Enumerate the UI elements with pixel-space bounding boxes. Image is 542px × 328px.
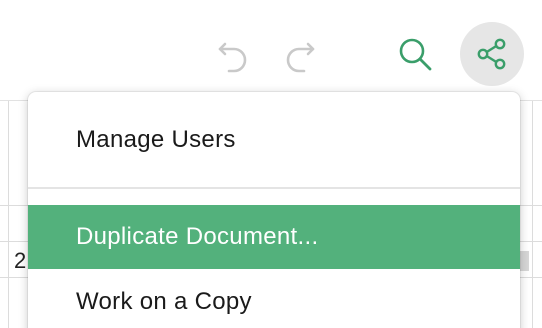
cell-text-fragment: 2 (14, 248, 27, 273)
menu-item-label: Manage Users (76, 126, 236, 153)
search-icon (399, 38, 432, 71)
share-menu: Manage Users Duplicate Document... Work … (28, 92, 520, 328)
app-window: 2 Manage Users Duplicate Document... Wor… (0, 0, 542, 328)
search-button[interactable] (394, 33, 436, 75)
menu-item-label: Duplicate Document... (76, 223, 319, 250)
share-icon (477, 38, 506, 70)
share-button[interactable] (460, 22, 524, 86)
redo-button[interactable] (279, 36, 319, 76)
menu-divider (28, 187, 520, 189)
menu-item-manage-users[interactable]: Manage Users (28, 112, 520, 168)
menu-item-work-on-a-copy[interactable]: Work on a Copy (28, 272, 520, 328)
grid-col-line (532, 101, 533, 328)
top-toolbar (0, 0, 542, 101)
grid-col-line (8, 101, 9, 328)
undo-icon (218, 42, 247, 73)
undo-button[interactable] (214, 36, 254, 76)
menu-item-label: Work on a Copy (76, 288, 252, 315)
menu-item-duplicate-document[interactable]: Duplicate Document... (28, 205, 520, 269)
redo-icon (286, 42, 315, 73)
cell-fragment-right (519, 251, 529, 271)
